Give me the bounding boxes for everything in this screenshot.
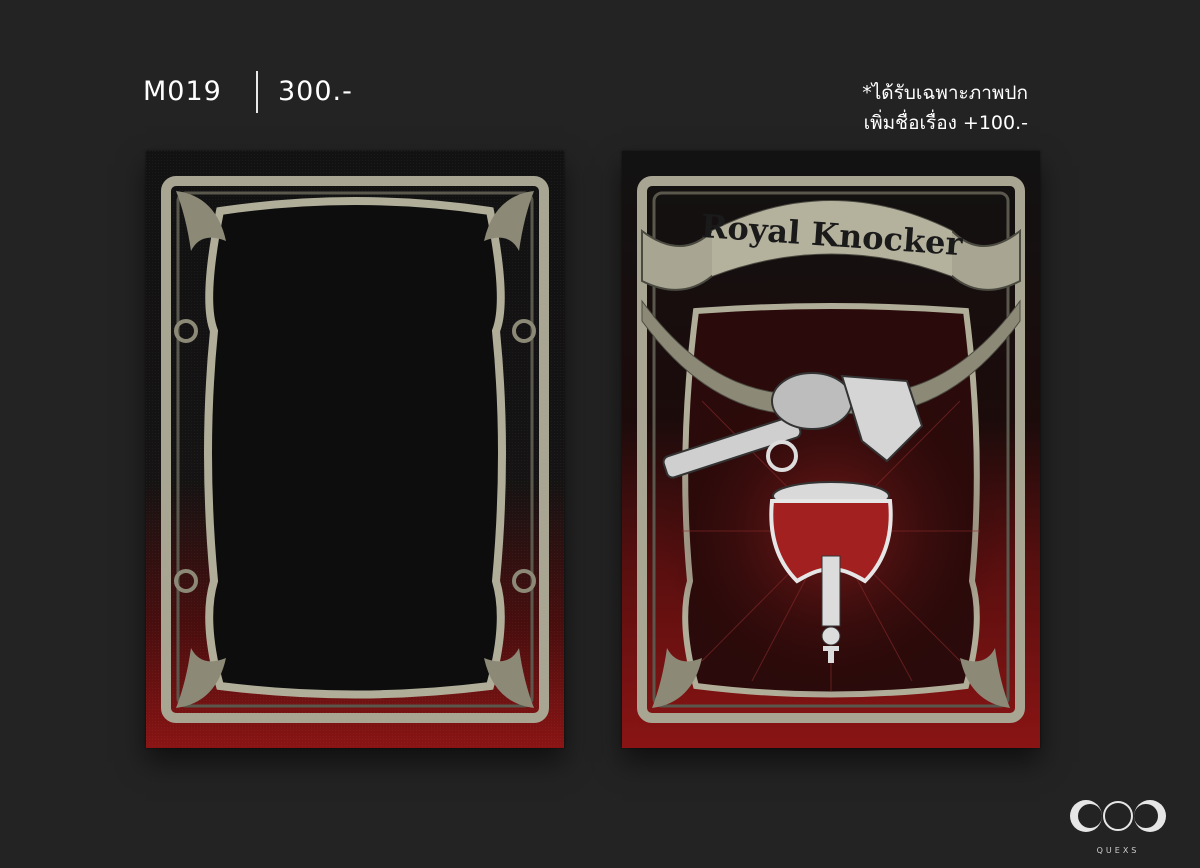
blank-cover-art bbox=[146, 151, 564, 748]
titled-cover-book: Royal Knocker bbox=[622, 151, 1040, 748]
brand-logo-text: QUEXS bbox=[1096, 846, 1140, 855]
product-code: M019 bbox=[143, 76, 222, 107]
divider bbox=[256, 71, 258, 113]
note-block: *ได้รับเฉพาะภาพปก เพิ่มชื่อเรื่อง +100.- bbox=[862, 78, 1028, 138]
cover-title: Royal Knocker bbox=[700, 207, 965, 263]
blank-cover-book bbox=[146, 151, 564, 748]
cover-title-layer: Royal Knocker bbox=[700, 207, 965, 263]
note-line-cover-only: *ได้รับเฉพาะภาพปก bbox=[862, 82, 1028, 104]
note-line-title-addon: เพิ่มชื่อเรื่อง +100.- bbox=[863, 112, 1028, 134]
product-price: 300.- bbox=[278, 76, 353, 107]
